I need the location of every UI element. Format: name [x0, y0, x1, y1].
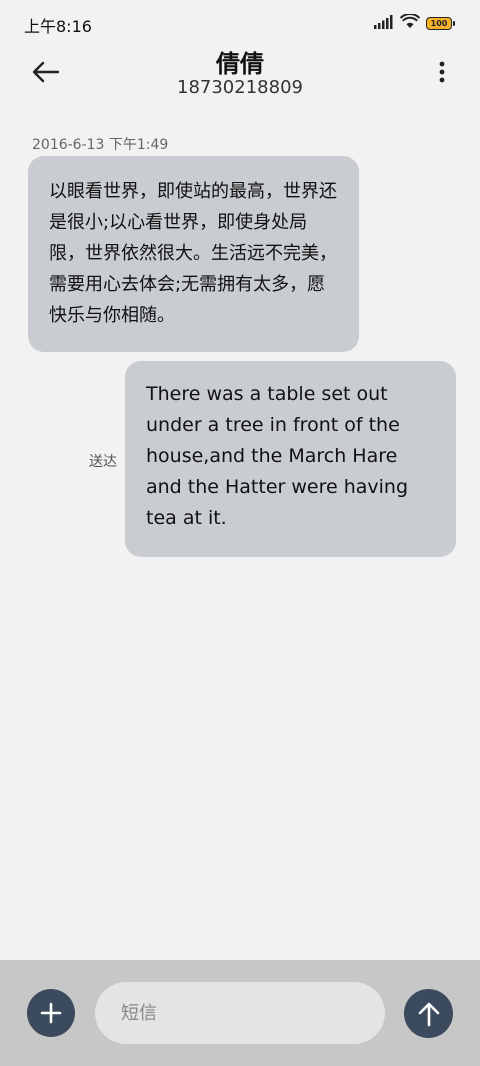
outgoing-message-bubble[interactable]: There was a table set out under a tree i… [125, 361, 456, 557]
add-attachment-button[interactable] [27, 989, 75, 1037]
status-bar: 上午8:16 100 [0, 0, 480, 44]
message-composer [0, 960, 480, 1066]
delivery-status: 送达 [89, 454, 117, 470]
battery-icon: 100 [426, 17, 455, 30]
signal-icon [374, 14, 394, 33]
message-timestamp: 2016-6-13 下午1:49 [32, 137, 169, 153]
contact-number: 18730218809 [177, 77, 303, 98]
more-vertical-icon [439, 61, 445, 83]
wifi-icon [399, 13, 421, 33]
message-text: There was a table set out under a tree i… [146, 383, 409, 529]
conversation-header: 倩倩 18730218809 [0, 44, 480, 114]
more-options-button[interactable] [432, 54, 452, 90]
status-time: 上午8:16 [24, 17, 92, 36]
messaging-screen: 上午8:16 100 倩倩 18730218809 2016-6-13 下午1:… [0, 0, 480, 1066]
incoming-message-bubble[interactable]: 以眼看世界，即使站的最高，世界还是很小;以心看世界，即使身处局限，世界依然很大。… [28, 156, 359, 352]
contact-name: 倩倩 [216, 50, 264, 78]
message-text: 以眼看世界，即使站的最高，世界还是很小;以心看世界，即使身处局限，世界依然很大。… [49, 181, 337, 326]
arrow-up-icon [418, 1002, 439, 1026]
plus-icon [40, 1002, 62, 1024]
message-input[interactable] [95, 982, 385, 1044]
status-icons: 100 [374, 13, 455, 33]
send-button[interactable] [404, 989, 453, 1038]
